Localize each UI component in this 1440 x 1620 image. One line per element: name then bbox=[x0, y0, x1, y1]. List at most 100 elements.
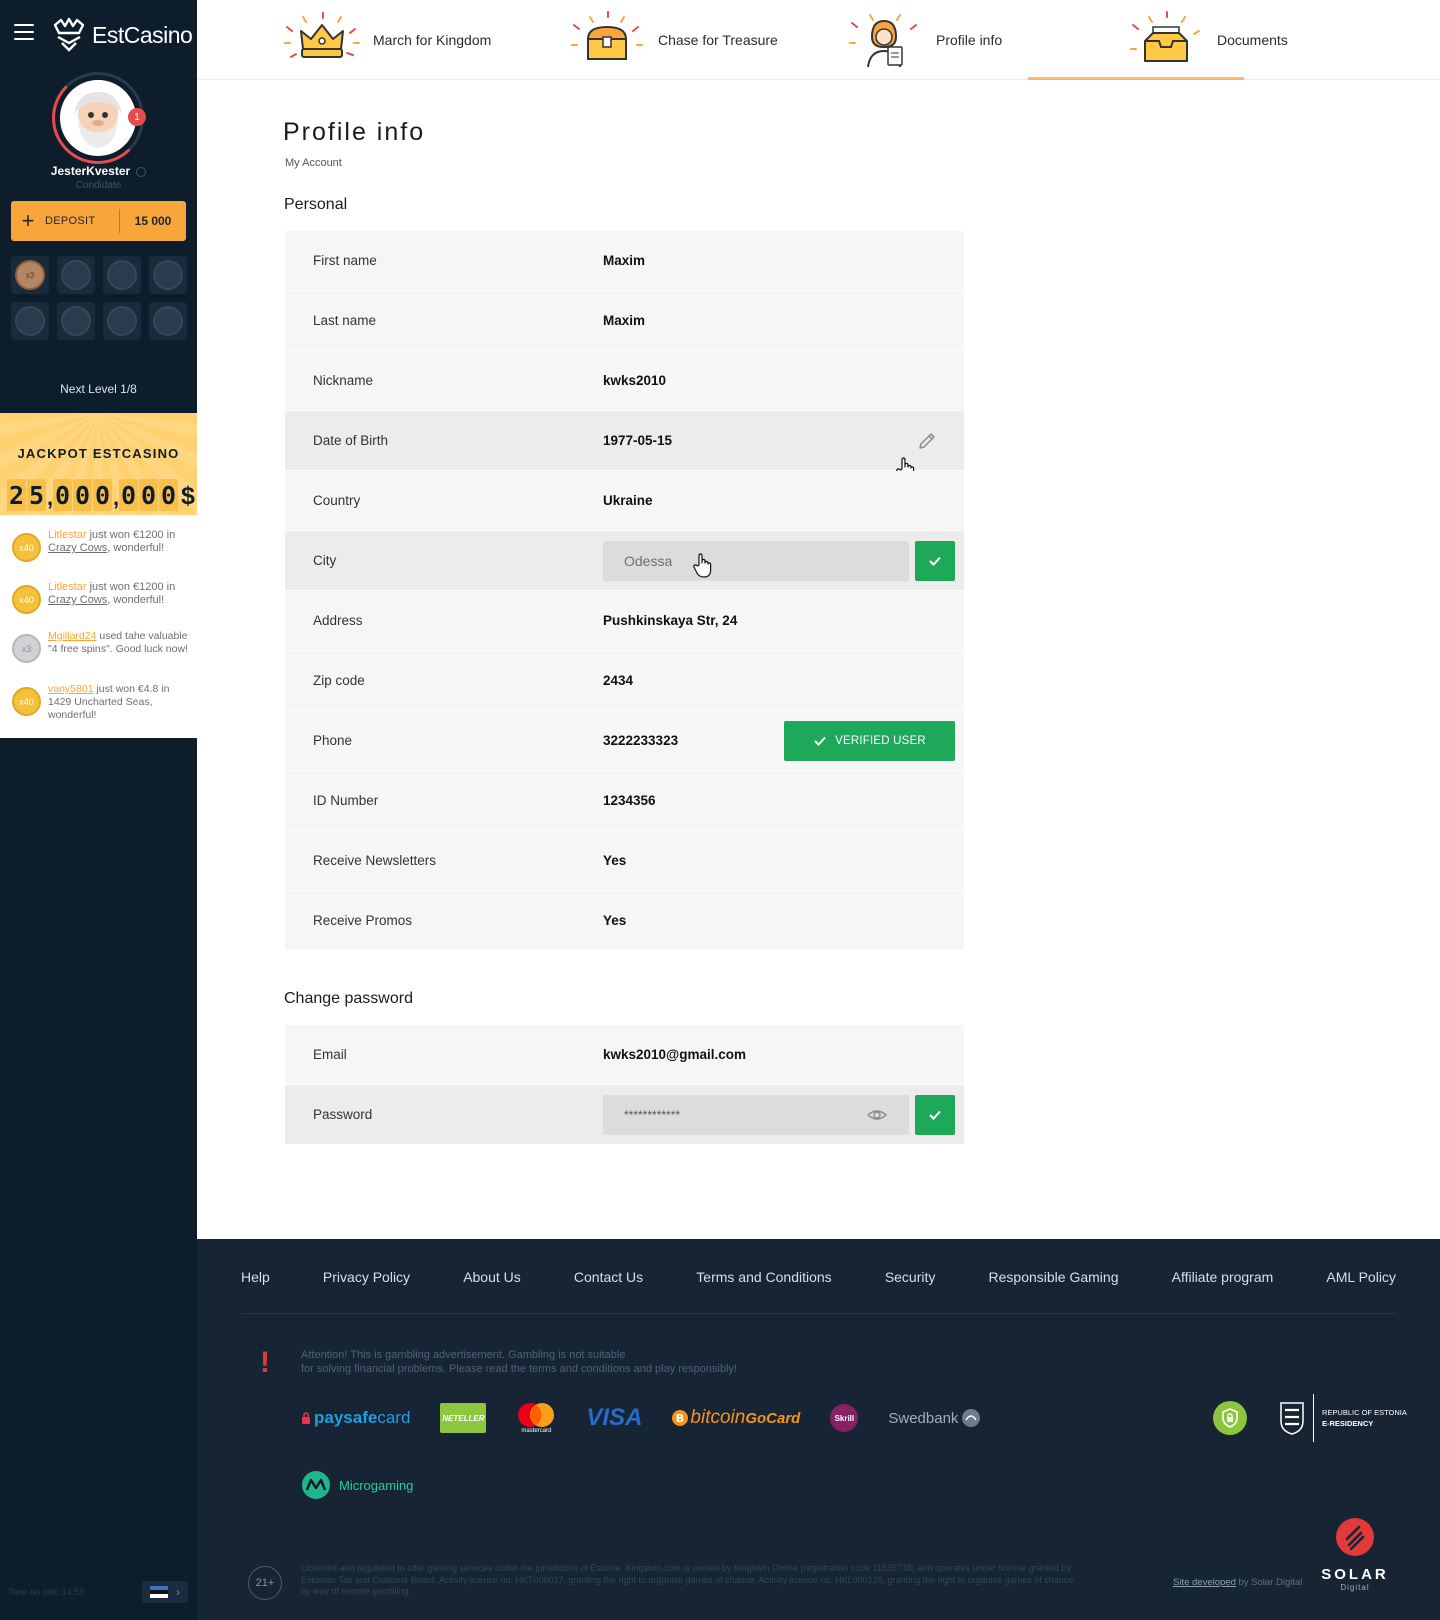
footer-link-affiliate[interactable]: Affiliate program bbox=[1172, 1269, 1274, 1285]
avatar[interactable]: 1 bbox=[52, 72, 146, 164]
next-level-label: Next Level 1/8 bbox=[60, 382, 137, 396]
table-row-email: Email kwks2010@gmail.com bbox=[285, 1025, 964, 1085]
profile-avatar-icon bbox=[849, 14, 917, 68]
row-value: Maxim bbox=[603, 253, 646, 268]
tab-label: Documents bbox=[1217, 32, 1288, 48]
table-row-city: City bbox=[285, 531, 964, 591]
notification-badge[interactable]: 1 bbox=[128, 108, 146, 126]
page-title: Profile info bbox=[283, 118, 426, 146]
level-coin-8[interactable] bbox=[149, 302, 187, 340]
row-label: City bbox=[313, 553, 337, 568]
table-row-phone: Phone 3222233323 VERIFIED USER bbox=[285, 711, 964, 771]
footer-link-terms[interactable]: Terms and Conditions bbox=[696, 1269, 831, 1285]
section-title-personal: Personal bbox=[284, 196, 348, 213]
feed-game-link[interactable]: Crazy Cows bbox=[48, 594, 107, 606]
city-input[interactable] bbox=[603, 541, 909, 581]
username: JesterKvester bbox=[0, 164, 197, 178]
checkmark-icon bbox=[814, 736, 826, 746]
personal-info-table: First name Maxim Last name Maxim Nicknam… bbox=[285, 231, 964, 951]
settings-gear-icon[interactable] bbox=[136, 166, 147, 177]
row-label: Last name bbox=[313, 313, 377, 328]
row-value: kwks2010 bbox=[603, 373, 667, 388]
row-label: Password bbox=[313, 1107, 373, 1122]
estonia-e-residency-logo[interactable]: Republic of Estonia E-Residency bbox=[1279, 1394, 1407, 1442]
feed-user-link[interactable]: Mgillard24 bbox=[48, 630, 96, 642]
jackpot-digit: 0 bbox=[73, 479, 92, 511]
tab-chase-for-treasure[interactable]: Chase for Treasure bbox=[564, 0, 778, 80]
level-coin-1[interactable]: x3 bbox=[11, 256, 49, 294]
footer-link-about-us[interactable]: About Us bbox=[463, 1269, 521, 1285]
tab-documents[interactable]: Documents bbox=[1123, 0, 1288, 80]
table-row-password: Password bbox=[285, 1085, 964, 1145]
security-shield-icon[interactable] bbox=[1213, 1401, 1247, 1435]
list-item: x3 Mgillard24 used tahe valuable "4 free… bbox=[12, 630, 192, 663]
list-item: x40 vany5801 just won €4.8 in 1429 Uncha… bbox=[12, 683, 192, 722]
row-value: Ukraine bbox=[603, 493, 653, 508]
bitcoin-gocard-logo: B bitcoin GoCard bbox=[672, 1407, 800, 1429]
table-row-address: Address Pushkinskaya Str, 24 bbox=[285, 591, 964, 651]
footer-link-help[interactable]: Help bbox=[241, 1269, 270, 1285]
language-selector[interactable]: › bbox=[142, 1581, 188, 1603]
row-label: Receive Newsletters bbox=[313, 853, 437, 868]
row-label: Receive Promos bbox=[313, 913, 413, 928]
sidebar-header: EstCasino bbox=[0, 0, 197, 70]
footer-link-security[interactable]: Security bbox=[885, 1269, 936, 1285]
solar-digital-logo[interactable]: SOLAR Digital bbox=[1319, 1517, 1391, 1592]
level-coin-4[interactable] bbox=[149, 256, 187, 294]
tab-march-for-kingdom[interactable]: March for Kingdom bbox=[279, 0, 491, 80]
footer-link-aml-policy[interactable]: AML Policy bbox=[1326, 1269, 1396, 1285]
jackpot-digit: 2 bbox=[7, 479, 26, 511]
footer: Help Privacy Policy About Us Contact Us … bbox=[197, 1239, 1440, 1620]
row-label: Country bbox=[313, 493, 361, 508]
brand-name: EstCasino bbox=[92, 21, 193, 48]
level-coin-3[interactable] bbox=[103, 256, 141, 294]
feed-user-link[interactable]: Litlestar bbox=[48, 581, 87, 593]
level-coin-5[interactable] bbox=[11, 302, 49, 340]
feed-game-link[interactable]: Crazy Cows bbox=[48, 542, 107, 554]
section-title-change-password: Change password bbox=[284, 990, 413, 1007]
coin-icon: x40 bbox=[12, 687, 41, 716]
neteller-logo: NETELLER bbox=[440, 1403, 487, 1433]
active-tab-indicator bbox=[1028, 77, 1244, 80]
top-tabs: March for Kingdom Chase for Treasure Pro… bbox=[197, 0, 1440, 80]
password-input[interactable] bbox=[603, 1095, 909, 1135]
table-row-zip: Zip code 2434 bbox=[285, 651, 964, 711]
row-label: Nickname bbox=[313, 373, 374, 388]
table-row-date-of-birth[interactable]: Date of Birth 1977-05-15 bbox=[285, 411, 964, 482]
estonia-coat-of-arms-icon bbox=[1280, 1402, 1304, 1435]
row-label: Address bbox=[313, 613, 363, 628]
save-city-button[interactable] bbox=[915, 541, 955, 581]
row-value: 2434 bbox=[603, 673, 634, 688]
row-value: Yes bbox=[603, 853, 627, 868]
tab-label: Chase for Treasure bbox=[658, 32, 778, 48]
feed-user-link[interactable]: vany5801 bbox=[48, 683, 94, 695]
menu-icon[interactable] bbox=[14, 24, 34, 40]
breadcrumb[interactable]: My Account bbox=[285, 157, 342, 169]
jackpot-banner[interactable]: JACKPOT ESTCASINO 2 5 , 0 0 0 , 0 0 0 $ bbox=[0, 413, 197, 515]
checkmark-icon bbox=[929, 1110, 941, 1120]
mastercard-logo: mastercard bbox=[516, 1402, 556, 1434]
solar-icon bbox=[1336, 1518, 1374, 1556]
table-row-country: Country Ukraine bbox=[285, 471, 964, 531]
logo[interactable]: EstCasino bbox=[52, 16, 193, 54]
pencil-edit-icon[interactable] bbox=[917, 431, 937, 451]
footer-link-privacy-policy[interactable]: Privacy Policy bbox=[323, 1269, 410, 1285]
level-coin-7[interactable] bbox=[103, 302, 141, 340]
eye-icon[interactable] bbox=[867, 1105, 887, 1125]
tab-profile-info[interactable]: Profile info bbox=[842, 0, 1002, 80]
plus-icon: + bbox=[21, 208, 35, 233]
table-row-promos: Receive Promos Yes bbox=[285, 891, 964, 951]
save-password-button[interactable] bbox=[915, 1095, 955, 1135]
footer-link-contact-us[interactable]: Contact Us bbox=[574, 1269, 643, 1285]
row-label: First name bbox=[313, 253, 377, 268]
jackpot-title: JACKPOT ESTCASINO bbox=[17, 446, 180, 461]
level-coin-6[interactable] bbox=[57, 302, 95, 340]
deposit-button[interactable]: + DEPOSIT 15 000 bbox=[11, 201, 186, 241]
feed-user-link[interactable]: Litlestar bbox=[48, 529, 87, 541]
site-developed-link[interactable]: Site developed bbox=[1173, 1577, 1236, 1588]
table-row-newsletters: Receive Newsletters Yes bbox=[285, 831, 964, 891]
footer-link-responsible-gaming[interactable]: Responsible Gaming bbox=[989, 1269, 1119, 1285]
level-coin-2[interactable] bbox=[57, 256, 95, 294]
age-restriction-badge: 21+ bbox=[248, 1566, 282, 1600]
time-on-site: Time on site: 14:59 bbox=[8, 1587, 85, 1597]
